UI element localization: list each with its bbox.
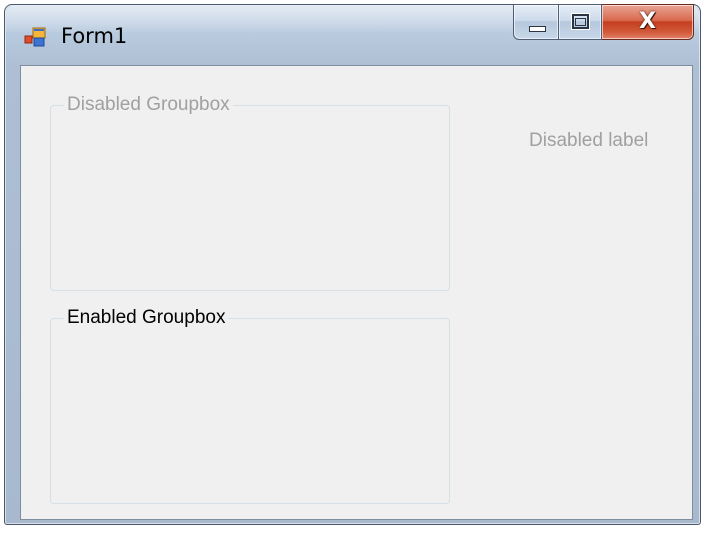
enabled-groupbox[interactable]: Enabled Groupbox — [50, 307, 450, 504]
close-button[interactable]: X — [602, 4, 694, 40]
minimize-icon — [529, 26, 546, 32]
caption-buttons: X — [513, 4, 694, 44]
maximize-icon — [572, 14, 589, 29]
client-area: Disabled Groupbox Enabled Groupbox Disab… — [20, 65, 693, 520]
app-icon[interactable] — [24, 27, 46, 47]
disabled-label: Disabled label — [529, 130, 649, 151]
enabled-groupbox-caption: Enabled Groupbox — [64, 307, 229, 329]
close-icon: X — [639, 9, 656, 34]
form-window: Form1 X Disabled Groupbox Enabled Groupb… — [4, 4, 701, 525]
disabled-groupbox: Disabled Groupbox — [50, 94, 450, 291]
window-title: Form1 — [61, 24, 128, 48]
maximize-button[interactable] — [559, 4, 602, 40]
disabled-groupbox-caption: Disabled Groupbox — [64, 94, 233, 116]
minimize-button[interactable] — [513, 4, 559, 40]
title-bar[interactable]: Form1 X — [5, 4, 700, 63]
